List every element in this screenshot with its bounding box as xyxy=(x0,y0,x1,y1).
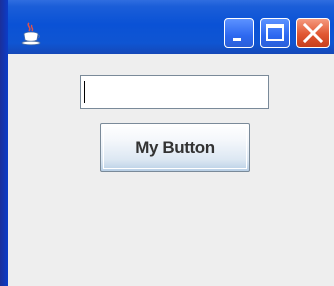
java-coffee-cup-icon[interactable] xyxy=(20,22,42,46)
text-cursor xyxy=(84,81,85,103)
title-bar[interactable] xyxy=(0,0,334,54)
my-button[interactable]: My Button xyxy=(100,123,250,172)
close-button[interactable] xyxy=(296,18,330,48)
application-window: My Button xyxy=(0,0,334,286)
minimize-button[interactable] xyxy=(224,18,254,48)
text-input[interactable] xyxy=(80,75,269,109)
maximize-button[interactable] xyxy=(260,18,290,48)
window-left-border xyxy=(0,0,8,286)
content-pane: My Button xyxy=(8,54,334,286)
my-button-label: My Button xyxy=(135,137,215,157)
